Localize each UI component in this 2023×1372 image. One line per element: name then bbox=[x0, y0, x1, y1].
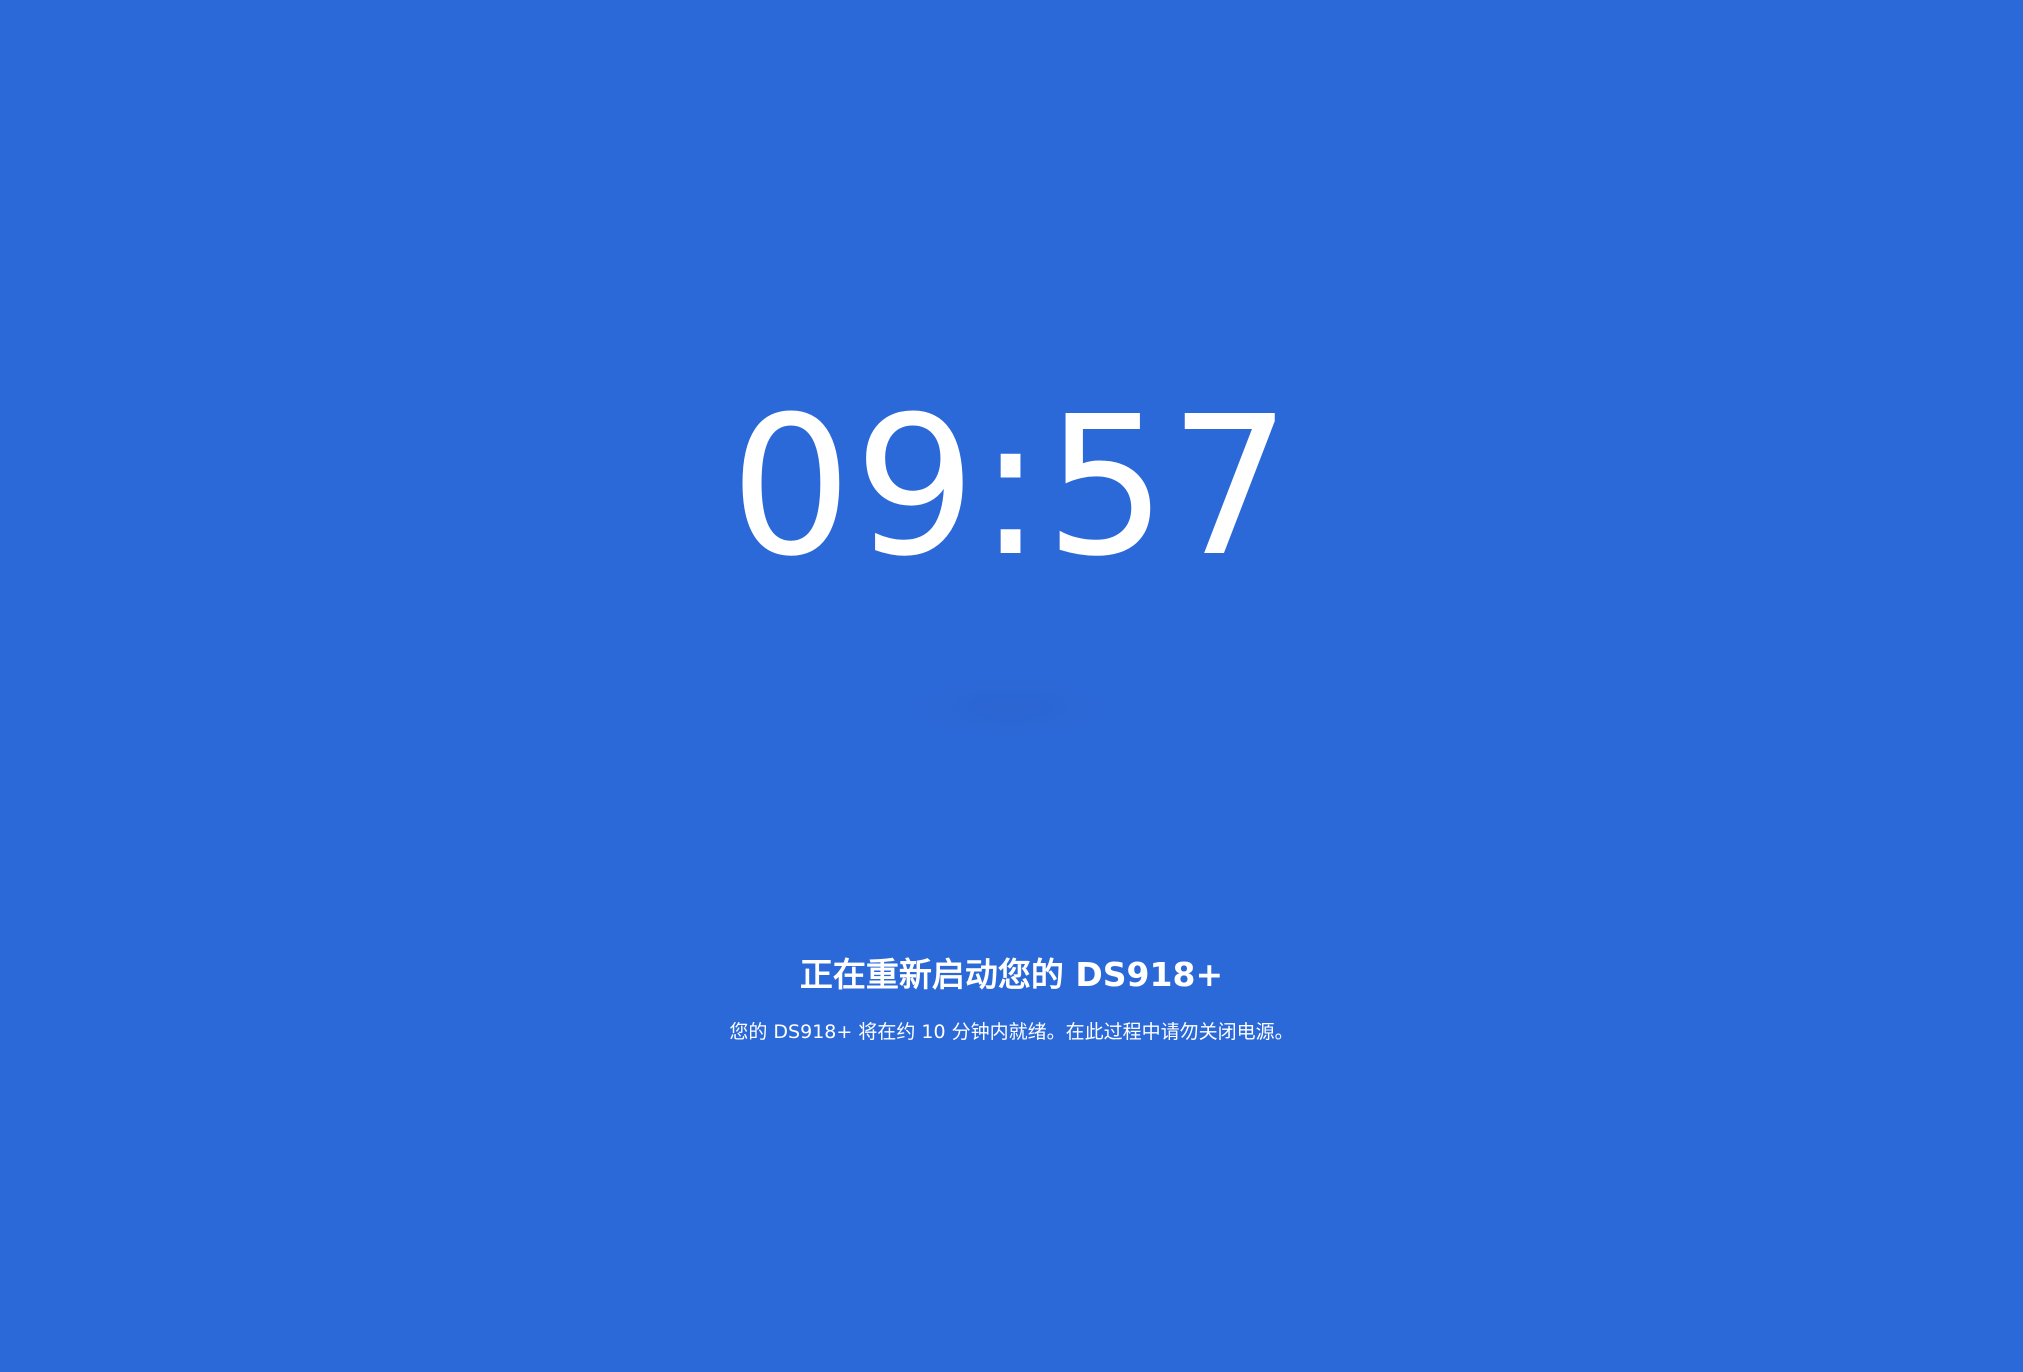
countdown-timer: 09:57 bbox=[729, 376, 1294, 599]
reboot-title: 正在重新启动您的 DS918+ bbox=[799, 955, 1224, 994]
reboot-message: 您的 DS918+ 将在约 10 分钟内就绪。在此过程中请勿关闭电源。 bbox=[729, 1021, 1294, 1043]
loading-indicator bbox=[900, 672, 1120, 742]
reboot-screen: 09:57 正在重新启动您的 DS918+ 您的 DS918+ 将在约 10 分… bbox=[0, 0, 2023, 1372]
